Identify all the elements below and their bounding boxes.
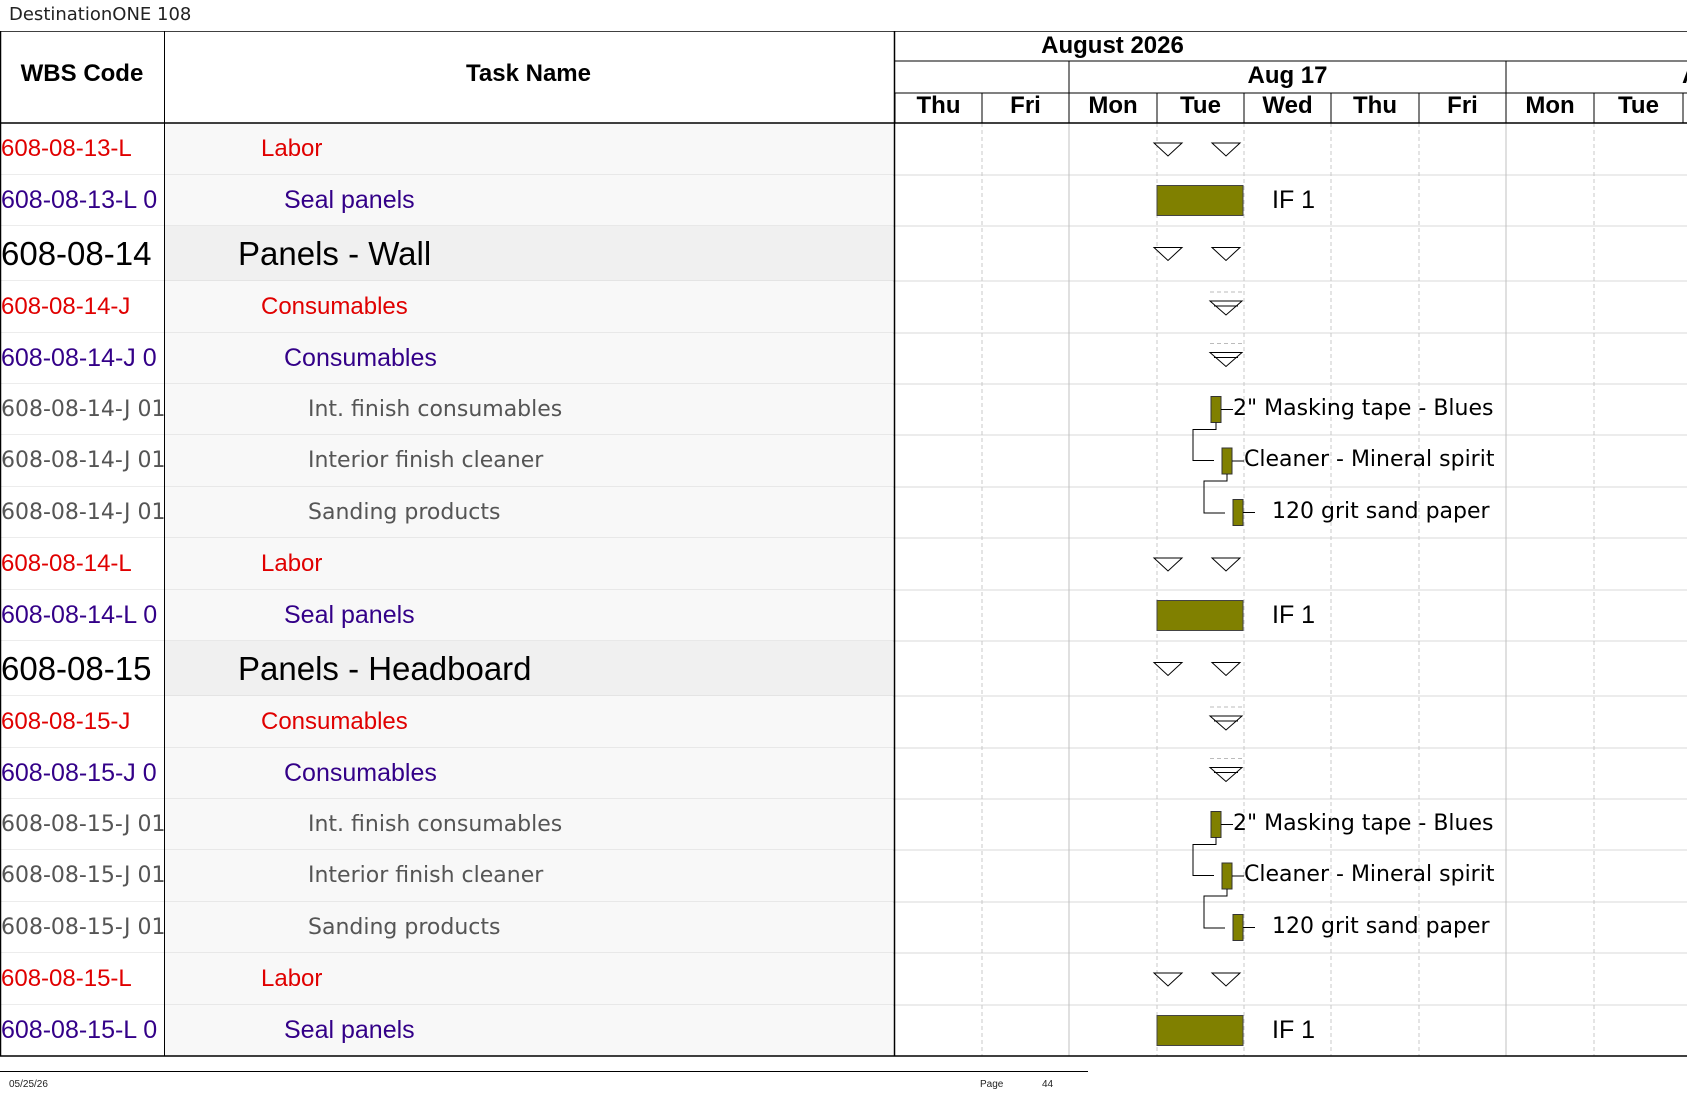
task-name-cell[interactable]: Seal panels <box>166 175 1010 226</box>
resource-label: 2" Masking tape - Blues <box>1233 810 1494 836</box>
task-name-cell[interactable]: Panels - Wall <box>166 226 964 281</box>
summary-start-marker <box>1152 972 1184 987</box>
resource-label: 2" Masking tape - Blues <box>1233 395 1494 421</box>
task-name-cell[interactable]: Consumables <box>166 696 987 748</box>
footer-page-number: 44 <box>1042 1079 1054 1090</box>
day-header-tue: Tue <box>1180 92 1221 119</box>
day-header-wed: Wed <box>1262 92 1313 119</box>
resource-label: 120 grit sand paper <box>1272 498 1490 524</box>
wbs-code-cell[interactable]: 608-08-14-J 0 <box>1 333 164 384</box>
dependency-link <box>1192 422 1217 461</box>
wbs-code-cell[interactable]: 608-08-15 <box>1 641 164 696</box>
task-bar <box>1156 185 1244 216</box>
task-name-cell[interactable]: Panels - Headboard <box>166 641 964 696</box>
wbs-code-cell[interactable]: 608-08-15-J 01 <box>1 799 164 850</box>
wbs-code-cell[interactable]: 608-08-15-J 01 <box>1 902 164 953</box>
wbs-code-cell[interactable]: 608-08-14-J 01 <box>1 384 164 435</box>
summary-start-marker <box>1152 142 1184 157</box>
task-name-cell[interactable]: Seal panels <box>166 1005 1010 1056</box>
task-name-cell[interactable]: Int. finish consumables <box>166 799 1034 850</box>
wbs-code-cell[interactable]: 608-08-14-L 0 <box>1 590 164 641</box>
task-name-cell[interactable]: Sanding products <box>166 902 1034 953</box>
gantt-sheet: WBS Code Task Name August 2026 Aug 17 A … <box>0 31 1687 1066</box>
wbs-code-cell[interactable]: 608-08-14 <box>1 226 164 281</box>
wbs-code-cell[interactable]: 608-08-15-J 01 <box>1 850 164 902</box>
summary-end-marker <box>1210 247 1242 262</box>
day-header-tue: Tue <box>1618 92 1659 119</box>
footer-rule <box>0 1071 1088 1072</box>
dependency-link <box>1192 837 1217 876</box>
summary-end-marker <box>1210 557 1242 572</box>
day-header-thu: Thu <box>1353 92 1397 119</box>
resource-label: 120 grit sand paper <box>1272 913 1490 939</box>
dependency-link <box>1203 889 1228 929</box>
wbs-code-cell[interactable]: 608-08-15-J <box>1 696 164 748</box>
day-header-mon: Mon <box>1525 92 1575 119</box>
dependency-link <box>1203 474 1228 514</box>
resource-bar <box>1221 447 1233 475</box>
task-name-cell[interactable]: Consumables <box>166 281 987 333</box>
task-name-cell[interactable]: Labor <box>166 538 987 590</box>
wbs-code-cell[interactable]: 608-08-13-L 0 <box>1 175 164 226</box>
milestone-marker <box>1208 300 1244 316</box>
task-bar <box>1156 600 1244 631</box>
task-name-cell[interactable]: Interior finish cleaner <box>166 435 1034 487</box>
milestone-marker <box>1208 352 1244 368</box>
wbs-column-header[interactable]: WBS Code <box>0 60 164 88</box>
task-name-cell[interactable]: Sanding products <box>166 487 1034 538</box>
task-bar <box>1156 1015 1244 1046</box>
timeline-week-header: Aug 17 <box>1247 62 1328 89</box>
task-bar-label: IF 1 <box>1272 1015 1316 1044</box>
task-name-cell[interactable]: Int. finish consumables <box>166 384 1034 435</box>
task-name-cell[interactable]: Consumables <box>166 333 1010 384</box>
resource-label: Cleaner - Mineral spirit <box>1244 447 1495 472</box>
day-header-mon: Mon <box>1088 92 1138 119</box>
task-name-cell[interactable]: Interior finish cleaner <box>166 850 1034 902</box>
wbs-code-cell[interactable]: 608-08-14-J 01 <box>1 435 164 487</box>
resource-label: Cleaner - Mineral spirit <box>1244 862 1495 887</box>
summary-end-marker <box>1210 972 1242 987</box>
task-name-cell[interactable]: Consumables <box>166 748 1010 799</box>
milestone-marker <box>1208 767 1244 783</box>
summary-end-marker <box>1210 142 1242 157</box>
resource-bar <box>1210 811 1222 838</box>
summary-start-marker <box>1152 247 1184 262</box>
document-title: DestinationONE 108 <box>9 4 192 25</box>
wbs-code-cell[interactable]: 608-08-13-L <box>1 123 164 175</box>
summary-end-marker <box>1210 662 1242 677</box>
task-column-header[interactable]: Task Name <box>165 60 892 88</box>
task-name-cell[interactable]: Labor <box>166 953 987 1005</box>
footer-page-label: Page <box>980 1079 1004 1090</box>
day-header-fri: Fri <box>1010 92 1041 119</box>
summary-start-marker <box>1152 557 1184 572</box>
resource-bar <box>1221 862 1233 890</box>
wbs-code-cell[interactable]: 608-08-15-L <box>1 953 164 1005</box>
task-bar-label: IF 1 <box>1272 185 1316 214</box>
task-name-cell[interactable]: Seal panels <box>166 590 1010 641</box>
resource-bar <box>1232 499 1244 526</box>
resource-bar <box>1210 396 1222 423</box>
day-header-thu: Thu <box>916 92 961 119</box>
wbs-code-cell[interactable]: 608-08-15-J 0 <box>1 748 164 799</box>
task-bar-label: IF 1 <box>1272 600 1316 629</box>
wbs-code-cell[interactable]: 608-08-14-J <box>1 281 164 333</box>
timeline-week-overflow: A <box>1682 62 1687 90</box>
day-header-fri: Fri <box>1447 92 1478 119</box>
wbs-code-cell[interactable]: 608-08-14-L <box>1 538 164 590</box>
summary-start-marker <box>1152 662 1184 677</box>
timeline-month-header: August 2026 <box>1041 32 1184 59</box>
task-name-cell[interactable]: Labor <box>166 123 987 175</box>
wbs-code-cell[interactable]: 608-08-15-L 0 <box>1 1005 164 1056</box>
milestone-marker <box>1208 715 1244 731</box>
resource-bar <box>1232 914 1244 941</box>
footer-date: 05/25/26 <box>9 1079 48 1090</box>
wbs-code-cell[interactable]: 608-08-14-J 01 <box>1 487 164 538</box>
